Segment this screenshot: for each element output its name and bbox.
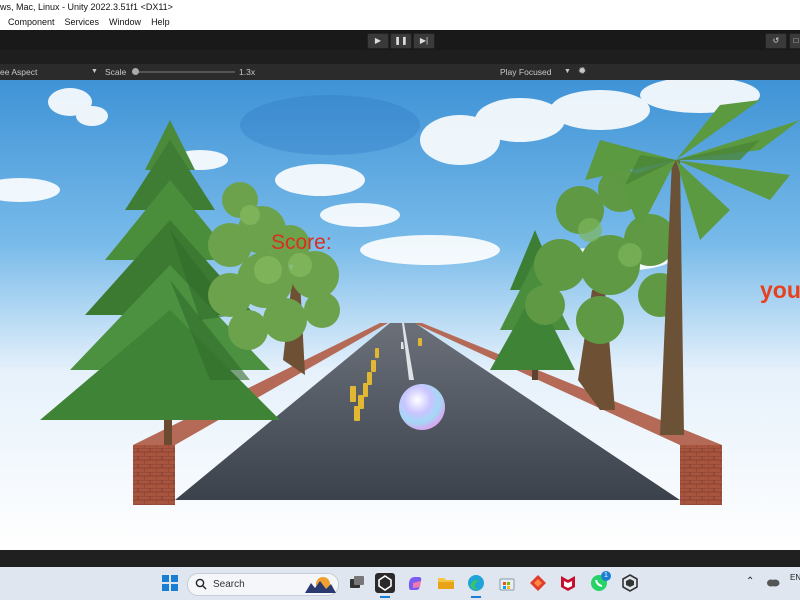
file-explorer-icon[interactable] xyxy=(436,573,456,593)
search-label: Search xyxy=(213,579,245,590)
microsoft-store-icon[interactable] xyxy=(497,573,517,593)
task-view-icon[interactable] xyxy=(347,573,367,593)
game-view-tab-bar xyxy=(0,50,800,64)
play-mode-dropdown-arrow-icon[interactable]: ▼ xyxy=(564,68,571,75)
unity-hub-icon[interactable] xyxy=(375,573,395,593)
play-icon: ▶ xyxy=(374,36,382,45)
windows-start-icon[interactable] xyxy=(160,573,180,593)
layers-button[interactable]: □ xyxy=(789,33,800,49)
pause-button[interactable]: ❚❚ xyxy=(390,33,412,49)
play-button[interactable]: ▶ xyxy=(367,33,389,49)
notification-badge: 1 xyxy=(601,571,611,581)
copilot-icon[interactable] xyxy=(405,573,425,593)
edge-icon[interactable] xyxy=(466,573,486,593)
bug-icon[interactable]: ✹ xyxy=(578,66,586,77)
editor-toolbar: ▶ ❚❚ ▶| ↺ □ xyxy=(0,30,800,50)
score-label: Score: xyxy=(271,231,332,254)
window-title: ws, Mac, Linux - Unity 2022.3.51f1 <DX11… xyxy=(0,2,173,12)
game-view-control-bar: ee Aspect ▼ Scale 1.3x Play Focused ▼ ✹ xyxy=(0,64,800,80)
menu-component[interactable]: Component xyxy=(8,15,55,30)
search-icon xyxy=(195,578,207,590)
mcafee-icon[interactable] xyxy=(558,573,578,593)
history-button[interactable]: ↺ xyxy=(765,33,787,49)
editor-status-bar xyxy=(0,550,800,567)
chevron-up-icon[interactable]: ⌃ xyxy=(746,576,754,587)
taskbar-search-box[interactable]: Search xyxy=(187,573,339,596)
aspect-dropdown-arrow-icon[interactable]: ▼ xyxy=(91,68,98,75)
menu-window[interactable]: Window xyxy=(109,15,141,30)
language-indicator[interactable]: EN xyxy=(790,573,800,582)
windows-taskbar: Search 1 ⌃ EN xyxy=(0,567,800,600)
search-highlight-icon xyxy=(305,577,336,593)
pause-icon: ❚❚ xyxy=(394,36,408,45)
play-mode-dropdown[interactable]: Play Focused xyxy=(500,67,552,77)
step-button[interactable]: ▶| xyxy=(413,33,435,49)
unity-icon[interactable] xyxy=(620,573,640,593)
menu-services[interactable]: Services xyxy=(65,15,100,30)
red-app-icon[interactable] xyxy=(528,573,548,593)
layers-icon: □ xyxy=(793,36,799,45)
game-scene-render xyxy=(0,80,800,550)
scale-slider-track[interactable] xyxy=(132,71,235,73)
aspect-dropdown[interactable]: ee Aspect xyxy=(0,67,37,77)
player-ball xyxy=(399,384,445,430)
menu-help[interactable]: Help xyxy=(151,15,170,30)
menu-bar: Component Services Window Help xyxy=(0,15,800,30)
active-indicator xyxy=(380,596,390,598)
game-message-text: you xyxy=(760,277,800,303)
window-title-bar: ws, Mac, Linux - Unity 2022.3.51f1 <DX11… xyxy=(0,0,800,15)
scale-slider-thumb[interactable] xyxy=(132,68,140,75)
step-icon: ▶| xyxy=(419,36,429,45)
scale-value: 1.3x xyxy=(239,67,256,77)
cloud-icon[interactable] xyxy=(766,577,780,587)
active-indicator-edge xyxy=(471,596,481,598)
scale-label: Scale xyxy=(105,67,127,77)
game-viewport[interactable]: Score: you xyxy=(0,80,800,550)
history-icon: ↺ xyxy=(772,36,780,45)
